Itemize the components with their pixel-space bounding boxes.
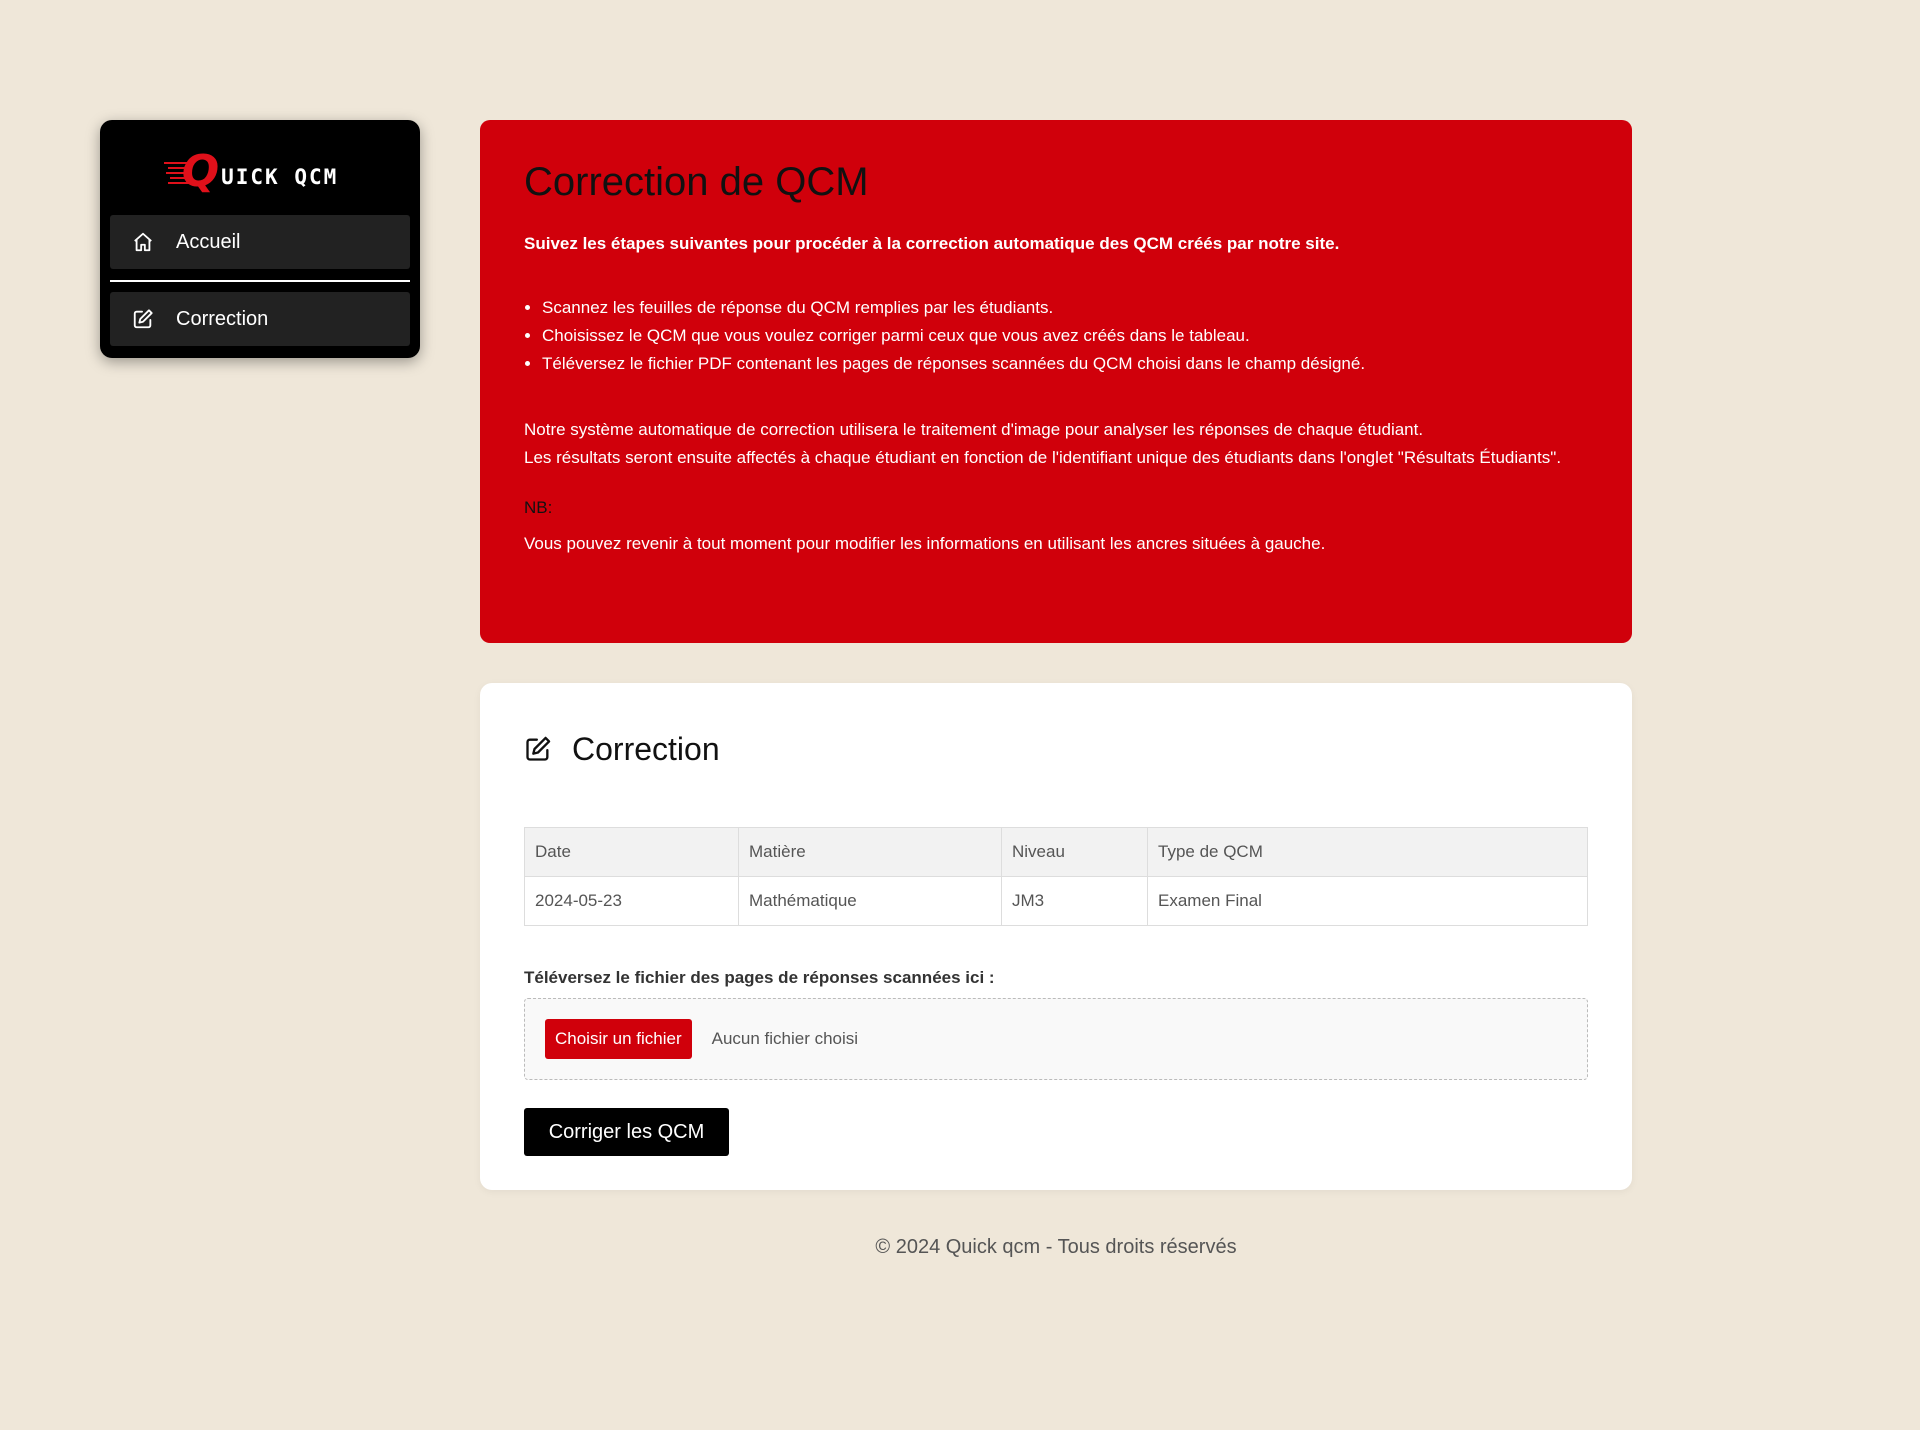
intro-card: Correction de QCM Suivez les étapes suiv… xyxy=(480,120,1632,643)
list-item: Scannez les feuilles de réponse du QCM r… xyxy=(542,294,1588,322)
column-header-date: Date xyxy=(524,827,739,877)
intro-description: Notre système automatique de correction … xyxy=(524,416,1588,472)
intro-lead: Suivez les étapes suivantes pour procéde… xyxy=(524,234,1340,253)
column-header-niveau: Niveau xyxy=(1001,827,1148,877)
card-title: Correction xyxy=(572,730,720,767)
edit-icon xyxy=(133,309,153,329)
sidebar-item-correction[interactable]: Correction xyxy=(110,292,410,346)
intro-paragraph: Notre système automatique de correction … xyxy=(524,420,1424,439)
file-status: Aucun fichier choisi xyxy=(711,1029,859,1048)
choose-file-button[interactable]: Choisir un fichier xyxy=(545,1019,692,1059)
sidebar-item-accueil[interactable]: Accueil xyxy=(110,215,410,269)
page-title: Correction de QCM xyxy=(524,160,869,204)
sidebar: Q uick qcm Accueil Correction xyxy=(100,120,420,358)
steps-list: Scannez les feuilles de réponse du QCM r… xyxy=(524,294,1588,378)
upload-label: Téléversez le fichier des pages de répon… xyxy=(524,968,995,987)
table-row[interactable]: 2024-05-23 Mathématique JM3 Examen Final xyxy=(524,876,1588,926)
card-header: Correction xyxy=(524,727,1588,771)
column-header-type: Type de QCM xyxy=(1147,827,1588,877)
table-header-row: Date Matière Niveau Type de QCM xyxy=(524,827,1588,877)
file-upload-field[interactable]: Choisir un fichier Aucun fichier choisi xyxy=(524,998,1588,1080)
list-item: Téléversez le fichier PDF contenant les … xyxy=(542,350,1588,378)
edit-icon xyxy=(526,736,551,761)
intro-note: Vous pouvez revenir à tout moment pour m… xyxy=(524,534,1326,553)
home-icon xyxy=(134,232,152,252)
table-cell: 2024-05-23 xyxy=(524,876,739,926)
sidebar-divider xyxy=(110,280,410,282)
footer-copyright: © 2024 Quick qcm - Tous droits réservés xyxy=(875,1236,1237,1258)
nb-label: NB: xyxy=(524,498,553,517)
table-cell: Examen Final xyxy=(1147,876,1588,926)
correction-card: Correction Date Matière Niveau Type de Q… xyxy=(480,683,1632,1190)
sidebar-item-label: Correction xyxy=(176,307,269,330)
table-cell: JM3 xyxy=(1001,876,1148,926)
logo-mark: Q uick qcm xyxy=(163,145,339,197)
logo[interactable]: Q uick qcm xyxy=(110,120,410,215)
correct-qcm-button[interactable]: Corriger les QCM xyxy=(524,1108,729,1156)
column-header-matiere: Matière xyxy=(738,827,1002,877)
qcm-table: Date Matière Niveau Type de QCM 2024-05-… xyxy=(524,827,1588,926)
logo-initial: Q xyxy=(181,145,220,197)
logo-text: uick qcm xyxy=(221,164,339,189)
list-item: Choisissez le QCM que vous voulez corrig… xyxy=(542,322,1588,350)
table-cell: Mathématique xyxy=(738,876,1002,926)
sidebar-item-label: Accueil xyxy=(176,230,241,253)
intro-paragraph: Les résultats seront ensuite affectés à … xyxy=(524,448,1562,467)
